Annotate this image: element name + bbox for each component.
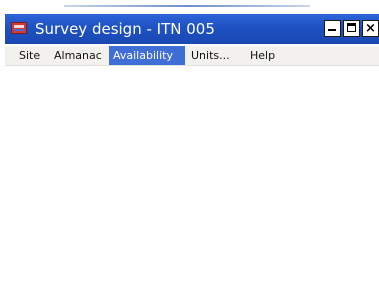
window-title: Survey design - ITN 005: [35, 20, 215, 38]
title-bar[interactable]: Survey design - ITN 005 ×: [5, 14, 379, 44]
app-icon[interactable]: [11, 22, 27, 34]
menu-help[interactable]: Help: [246, 46, 279, 65]
close-icon: ×: [365, 21, 376, 36]
menu-site[interactable]: Site: [15, 46, 44, 65]
menu-availability[interactable]: Availability: [109, 46, 185, 65]
top-divider: [64, 5, 310, 7]
maximize-icon: [347, 23, 356, 32]
close-button[interactable]: ×: [362, 20, 379, 37]
top-strip: [0, 0, 379, 14]
menu-units[interactable]: Units...: [187, 46, 234, 65]
minimize-icon: [328, 29, 336, 31]
menu-almanac[interactable]: Almanac: [50, 46, 106, 65]
screen: Survey design - ITN 005 × Site Almanac A…: [0, 0, 379, 306]
minimize-button[interactable]: [324, 20, 341, 37]
client-area: [5, 66, 379, 306]
maximize-button[interactable]: [343, 20, 360, 37]
menu-bar: Site Almanac Availability Units... Help: [5, 46, 379, 66]
